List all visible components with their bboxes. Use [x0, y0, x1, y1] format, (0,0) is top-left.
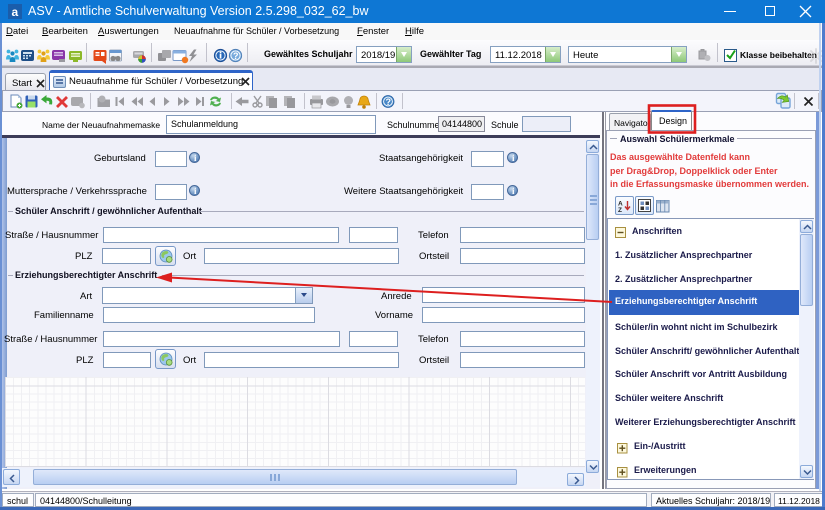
svg-text:Z: Z: [618, 207, 622, 213]
svg-text:?: ?: [386, 97, 392, 107]
svg-text:?: ?: [233, 51, 239, 61]
